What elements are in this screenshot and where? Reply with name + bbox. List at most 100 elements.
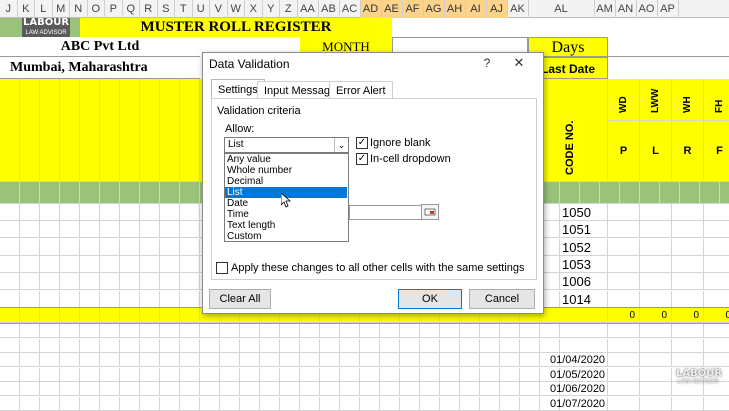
green-cell[interactable] [720, 182, 729, 204]
grid-cell[interactable] [0, 290, 20, 308]
grid-cell[interactable] [140, 396, 160, 411]
grid-cell[interactable] [60, 238, 80, 256]
col-code-cell[interactable]: P [608, 121, 640, 182]
header-cell[interactable] [180, 79, 200, 182]
column-header-ah[interactable]: AH [444, 0, 466, 18]
grid-cell[interactable] [420, 338, 440, 353]
grid-cell[interactable] [180, 382, 200, 396]
grid-cell[interactable] [240, 338, 260, 353]
grid-cell[interactable] [180, 238, 200, 256]
grid-cell[interactable] [240, 324, 260, 338]
grid-cell[interactable] [160, 396, 180, 411]
grid-cell[interactable] [672, 221, 704, 239]
grid-cell[interactable] [320, 367, 340, 382]
column-header-s[interactable]: S [158, 0, 175, 18]
total-cell[interactable] [140, 308, 160, 323]
grid-cell[interactable] [704, 397, 729, 411]
grid-cell[interactable] [360, 338, 380, 353]
grid-cell[interactable] [380, 353, 400, 367]
grid-cell[interactable] [400, 324, 420, 338]
grid-cell[interactable] [640, 221, 672, 239]
grid-cell[interactable] [160, 382, 180, 396]
grid-cell[interactable] [0, 204, 20, 221]
green-cell[interactable] [600, 182, 620, 204]
allow-option-whole-number[interactable]: Whole number [225, 165, 347, 176]
grid-cell[interactable] [60, 255, 80, 273]
grid-cell[interactable] [704, 273, 729, 291]
total-cell[interactable] [40, 308, 60, 323]
grid-cell[interactable] [420, 396, 440, 411]
grid-cell[interactable] [460, 396, 480, 411]
grid-cell[interactable] [180, 273, 200, 291]
grid-cell[interactable] [672, 255, 704, 273]
grid-cell[interactable] [120, 396, 140, 411]
grid-cell[interactable] [320, 353, 340, 367]
grid-cell[interactable] [500, 382, 520, 396]
total-cell[interactable] [0, 308, 20, 323]
grid-cell[interactable] [160, 290, 180, 308]
grid-cell[interactable] [60, 324, 80, 338]
grid-cell[interactable] [80, 221, 100, 239]
grid-cell[interactable] [460, 382, 480, 396]
grid-cell[interactable] [180, 367, 200, 382]
grid-cell[interactable] [220, 353, 240, 367]
green-cell[interactable] [100, 182, 120, 204]
grid-cell[interactable] [280, 382, 300, 396]
grid-cell[interactable] [380, 396, 400, 411]
grid-cell[interactable] [80, 367, 100, 382]
grid-cell[interactable] [100, 382, 120, 396]
grid-cell[interactable] [704, 239, 729, 256]
tab-error-alert[interactable]: Error Alert [329, 81, 393, 99]
grid-cell[interactable] [140, 367, 160, 382]
grid-cell[interactable] [320, 396, 340, 411]
grid-cell[interactable] [0, 338, 20, 353]
grid-cell[interactable] [40, 338, 60, 353]
grid-cell[interactable] [160, 273, 180, 291]
grid-cell[interactable] [340, 382, 360, 396]
grid-cell[interactable] [280, 338, 300, 353]
grid-cell[interactable] [160, 221, 180, 239]
total-value-cell[interactable]: 0 [672, 308, 704, 323]
grid-cell[interactable] [120, 367, 140, 382]
grid-cell[interactable] [460, 353, 480, 367]
grid-cell[interactable] [420, 367, 440, 382]
grid-cell[interactable] [120, 338, 140, 353]
grid-cell[interactable] [220, 396, 240, 411]
column-header-n[interactable]: N [70, 0, 88, 18]
col-label-cell[interactable]: FH [704, 79, 729, 121]
column-header-ab[interactable]: AB [319, 0, 340, 18]
grid-cell[interactable] [240, 367, 260, 382]
header-cell[interactable] [60, 79, 80, 182]
grid-cell[interactable] [480, 353, 500, 367]
grid-cell[interactable] [200, 353, 220, 367]
grid-cell[interactable] [420, 353, 440, 367]
grid-cell[interactable] [120, 273, 140, 291]
green-cell[interactable] [0, 182, 20, 204]
grid-cell[interactable] [40, 396, 60, 411]
grid-cell[interactable] [704, 204, 729, 221]
header-cell[interactable] [160, 79, 180, 182]
grid-cell[interactable] [260, 367, 280, 382]
grid-cell[interactable] [140, 204, 160, 221]
grid-cell[interactable] [420, 324, 440, 338]
grid-cell[interactable] [100, 238, 120, 256]
col-code-cell[interactable]: R [672, 121, 704, 182]
grid-cell[interactable] [100, 290, 120, 308]
grid-cell[interactable] [300, 367, 320, 382]
grid-cell[interactable] [260, 382, 280, 396]
grid-cell[interactable] [340, 353, 360, 367]
grid-cell[interactable] [640, 367, 672, 382]
grid-cell[interactable] [460, 367, 480, 382]
grid-cell[interactable] [40, 324, 60, 338]
total-cell[interactable] [546, 308, 608, 323]
header-cell[interactable] [20, 79, 40, 182]
column-header-k[interactable]: K [18, 0, 35, 18]
grid-cell[interactable] [180, 255, 200, 273]
grid-cell[interactable] [100, 221, 120, 239]
grid-cell[interactable] [300, 382, 320, 396]
grid-cell[interactable] [480, 396, 500, 411]
allow-option-any-value[interactable]: Any value [225, 154, 347, 165]
grid-cell[interactable] [460, 324, 480, 338]
header-cell[interactable] [0, 79, 20, 182]
grid-cell[interactable] [400, 353, 420, 367]
